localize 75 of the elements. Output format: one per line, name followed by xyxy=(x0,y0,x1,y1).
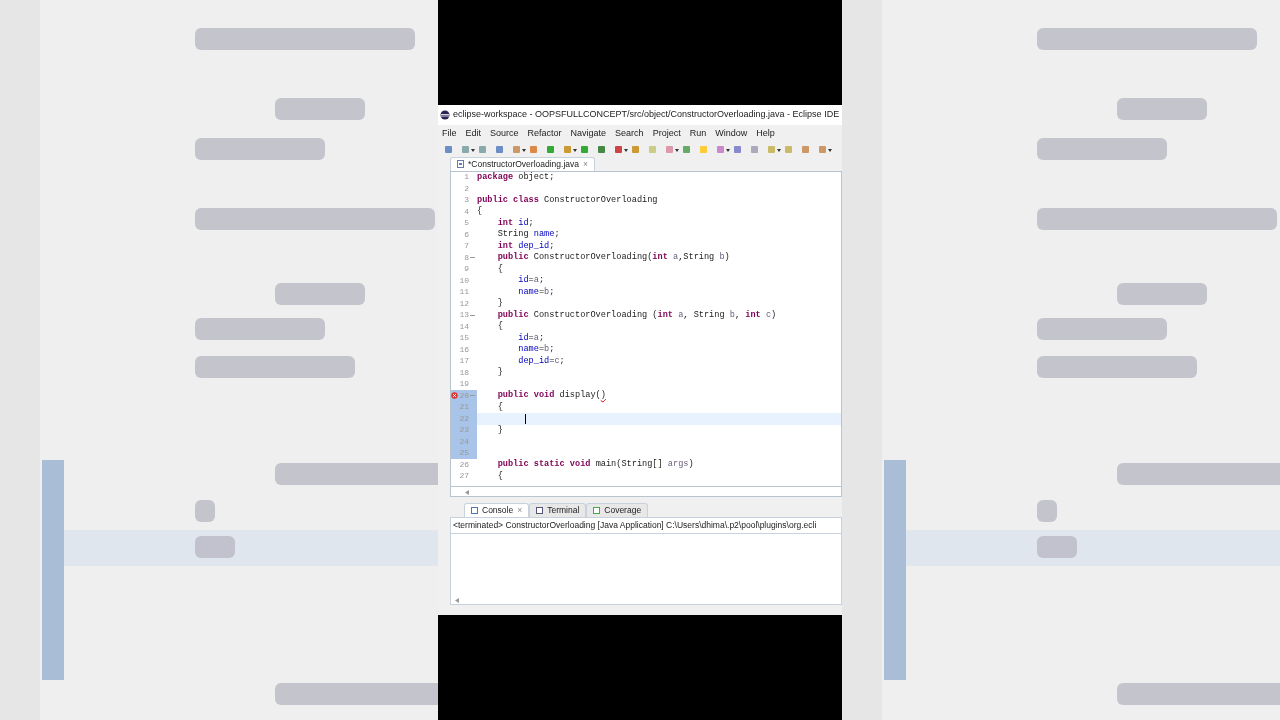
window-title: eclipse-workspace - OOPSFULLCONCEPT/src/object/ConstructorOverloading.java - Eclipse IDE xyxy=(453,108,840,121)
menu-item[interactable]: Run xyxy=(689,126,707,140)
code-line: id=a; xyxy=(517,331,545,344)
code-line: id=a; xyxy=(517,274,545,287)
line-number: 11 xyxy=(459,286,469,299)
code-line: } xyxy=(496,366,503,380)
code-line: public ConstructorOverloading(int a,String b) xyxy=(496,251,730,264)
code-line: int dep_id; xyxy=(496,239,555,252)
scroll-left-icon[interactable] xyxy=(455,598,459,603)
line-number: 25 xyxy=(459,447,469,460)
console-tab[interactable]: Console × xyxy=(464,503,530,517)
menu-item[interactable]: File xyxy=(442,126,457,140)
code-line: String name; xyxy=(496,228,560,241)
line-number: 14 xyxy=(459,320,469,333)
line-number: 10 xyxy=(459,274,469,287)
code-line: } xyxy=(496,297,503,310)
menu-item[interactable]: Help xyxy=(756,126,775,140)
console-status: <terminated> ConstructorOverloading [Java Application] C:\Users\dhima\.p2\pool\plugins\org.ecli xyxy=(450,517,842,534)
close-icon[interactable]: × xyxy=(583,157,588,171)
line-number: 9 xyxy=(464,263,469,276)
collapse-icon[interactable] xyxy=(470,393,475,399)
line-number: 12 xyxy=(459,297,469,310)
menu-item[interactable]: Window xyxy=(715,126,748,140)
code-line: { xyxy=(477,205,483,219)
line-number: 6 xyxy=(464,228,469,241)
code-line: public class ConstructorOverloading xyxy=(477,193,658,206)
scroll-left-icon[interactable] xyxy=(465,489,469,495)
code-line: public void display() xyxy=(496,389,606,402)
code-line: name=b; xyxy=(517,343,555,356)
menu-item[interactable]: Source xyxy=(490,126,519,140)
line-number: 15 xyxy=(459,332,469,345)
tab-icon xyxy=(536,507,544,515)
line-number: 7 xyxy=(464,240,469,253)
menu-item[interactable]: Edit xyxy=(465,126,482,140)
line-number: 2 xyxy=(464,182,469,195)
line-number: 1 xyxy=(464,171,469,184)
code-line: { xyxy=(496,400,503,414)
line-number: 22 xyxy=(459,412,469,425)
line-number: 27 xyxy=(459,470,469,483)
line-number: 8 xyxy=(464,251,469,264)
code-line: dep_id=c; xyxy=(517,354,565,368)
code-line: name=b; xyxy=(517,285,555,299)
code-line: public ConstructorOverloading (int a, String b, int c) xyxy=(496,308,777,321)
line-number: 21 xyxy=(459,401,469,414)
console-tab[interactable]: Coverage xyxy=(586,503,649,517)
line-number: 4 xyxy=(464,205,469,218)
code-line: { xyxy=(496,469,503,483)
code-line: int id; xyxy=(496,216,534,229)
line-number: 19 xyxy=(459,378,469,391)
editor-tab[interactable]: *ConstructorOverloading.java × xyxy=(450,156,595,171)
tab-icon xyxy=(593,507,601,515)
console-tab[interactable]: Terminal xyxy=(529,503,587,517)
line-number: 17 xyxy=(459,355,469,368)
line-number: 3 xyxy=(464,194,469,207)
line-number: 16 xyxy=(459,343,469,356)
menu-item[interactable]: Search xyxy=(615,126,644,140)
code-line: package object; xyxy=(477,171,555,184)
java-file-icon xyxy=(457,160,464,169)
line-number: 20 xyxy=(459,389,469,402)
tab-icon xyxy=(471,507,478,515)
line-number: 24 xyxy=(459,435,469,448)
line-number: 5 xyxy=(464,217,469,230)
close-icon[interactable]: × xyxy=(517,504,523,517)
line-number: 23 xyxy=(459,424,469,437)
code-line: { xyxy=(496,320,503,334)
text-cursor xyxy=(525,413,526,424)
menu-item[interactable]: Project xyxy=(652,126,681,140)
code-line: { xyxy=(496,262,503,276)
line-number: 26 xyxy=(459,458,469,471)
line-number: 18 xyxy=(459,366,469,379)
code-line: public static void main(String[] args) xyxy=(496,458,694,471)
line-number: 13 xyxy=(459,309,469,322)
code-line: } xyxy=(496,423,503,437)
menu-item[interactable]: Refactor xyxy=(527,126,562,140)
menu-item[interactable]: Navigate xyxy=(570,126,607,140)
